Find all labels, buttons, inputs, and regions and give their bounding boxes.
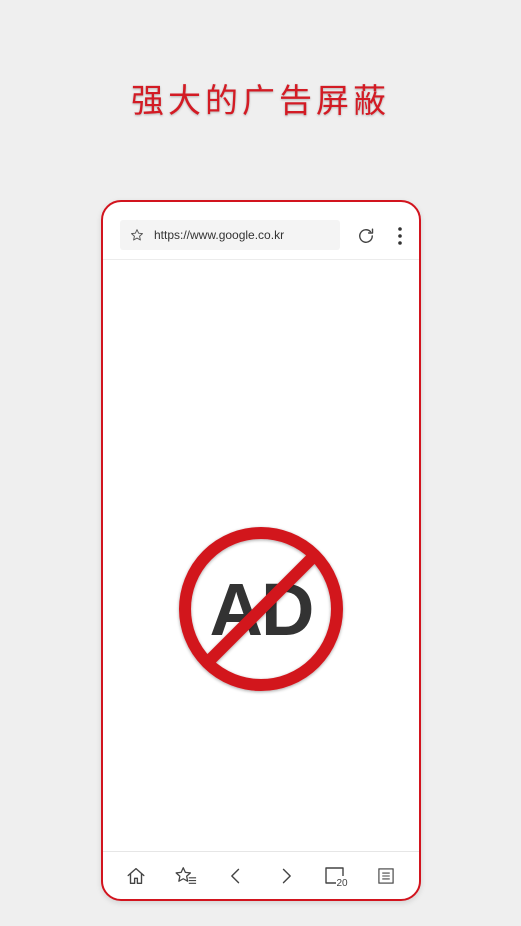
browser-bottom-bar: 20: [103, 851, 419, 899]
bookmarks-icon[interactable]: [173, 863, 199, 889]
url-bar[interactable]: https://www.google.co.kr: [120, 220, 340, 250]
home-icon[interactable]: [123, 863, 149, 889]
reload-icon[interactable]: [356, 226, 376, 246]
menu-list-icon[interactable]: [373, 863, 399, 889]
browser-top-bar: https://www.google.co.kr: [103, 202, 419, 260]
url-text[interactable]: https://www.google.co.kr: [154, 228, 284, 242]
tab-count: 20: [336, 878, 348, 888]
chevron-right-icon[interactable]: [273, 863, 299, 889]
web-content: AD: [103, 260, 419, 850]
headline: 强大的广告屏蔽: [131, 81, 390, 120]
chevron-left-icon[interactable]: [223, 863, 249, 889]
more-vertical-icon[interactable]: [396, 225, 404, 247]
star-icon[interactable]: [130, 228, 144, 242]
no-ad-icon: AD: [179, 527, 343, 691]
phone-frame: https://www.google.co.kr 20: [101, 200, 421, 901]
tabs-icon[interactable]: 20: [323, 863, 349, 889]
